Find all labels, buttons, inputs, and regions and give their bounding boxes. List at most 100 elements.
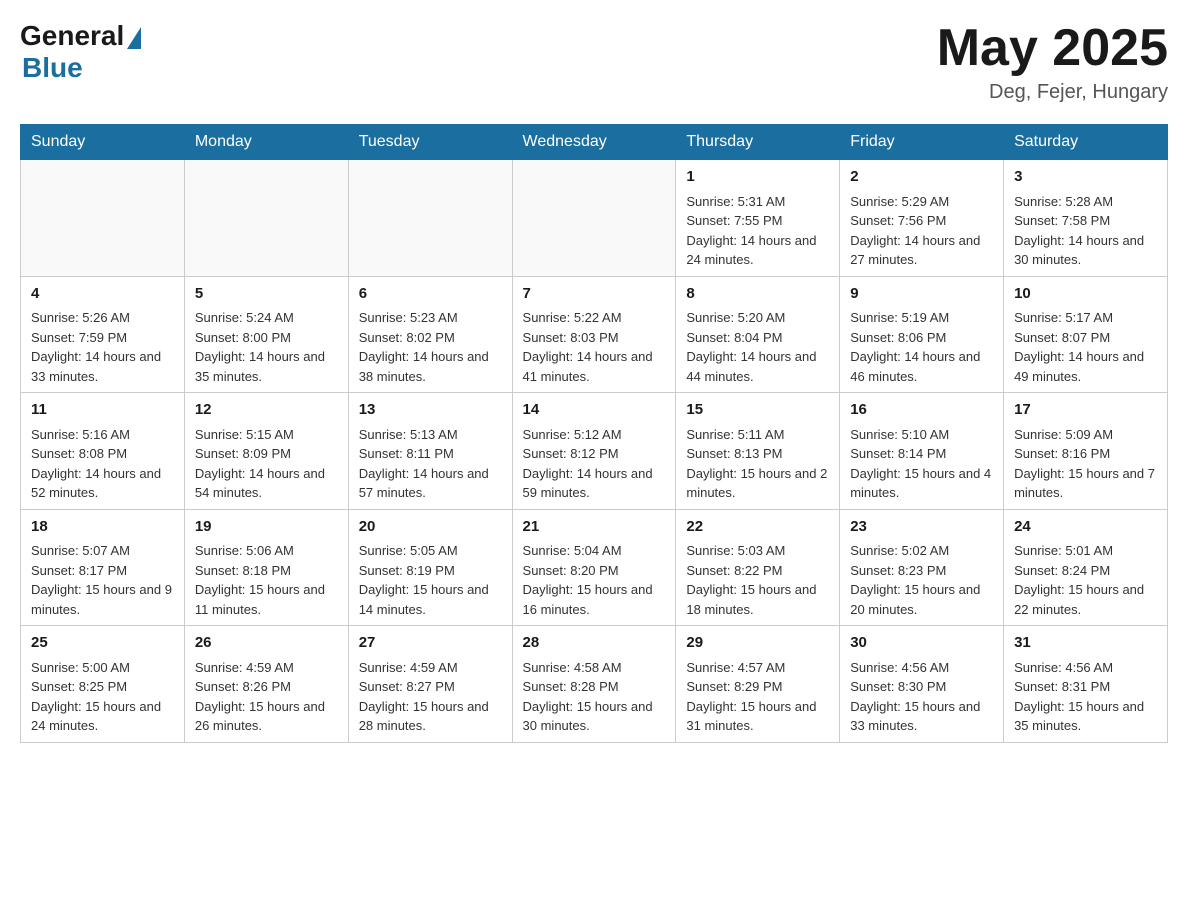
day-info: Sunrise: 5:15 AM [195, 425, 338, 445]
calendar-cell: 15Sunrise: 5:11 AMSunset: 8:13 PMDayligh… [676, 393, 840, 510]
week-row-1: 1Sunrise: 5:31 AMSunset: 7:55 PMDaylight… [21, 160, 1168, 277]
calendar-cell: 12Sunrise: 5:15 AMSunset: 8:09 PMDayligh… [184, 393, 348, 510]
day-info: Sunset: 8:08 PM [31, 444, 174, 464]
calendar-cell: 4Sunrise: 5:26 AMSunset: 7:59 PMDaylight… [21, 276, 185, 393]
week-row-5: 25Sunrise: 5:00 AMSunset: 8:25 PMDayligh… [21, 626, 1168, 743]
calendar-cell: 11Sunrise: 5:16 AMSunset: 8:08 PMDayligh… [21, 393, 185, 510]
day-info: Daylight: 14 hours and 52 minutes. [31, 464, 174, 503]
day-info: Sunrise: 5:28 AM [1014, 192, 1157, 212]
calendar-cell: 30Sunrise: 4:56 AMSunset: 8:30 PMDayligh… [840, 626, 1004, 743]
day-info: Daylight: 15 hours and 20 minutes. [850, 580, 993, 619]
calendar-cell: 26Sunrise: 4:59 AMSunset: 8:26 PMDayligh… [184, 626, 348, 743]
day-info: Sunrise: 5:19 AM [850, 308, 993, 328]
calendar-cell: 17Sunrise: 5:09 AMSunset: 8:16 PMDayligh… [1004, 393, 1168, 510]
day-info: Sunset: 8:31 PM [1014, 677, 1157, 697]
day-info: Sunrise: 5:23 AM [359, 308, 502, 328]
day-info: Daylight: 14 hours and 27 minutes. [850, 231, 993, 270]
day-number: 31 [1014, 632, 1157, 655]
day-info: Sunrise: 5:26 AM [31, 308, 174, 328]
calendar-cell: 10Sunrise: 5:17 AMSunset: 8:07 PMDayligh… [1004, 276, 1168, 393]
day-number: 13 [359, 399, 502, 422]
day-info: Sunrise: 5:12 AM [523, 425, 666, 445]
day-info: Sunrise: 5:10 AM [850, 425, 993, 445]
day-header-sunday: Sunday [21, 125, 185, 160]
calendar-cell [184, 160, 348, 277]
calendar-cell: 19Sunrise: 5:06 AMSunset: 8:18 PMDayligh… [184, 509, 348, 626]
day-info: Sunset: 7:58 PM [1014, 211, 1157, 231]
calendar-cell [348, 160, 512, 277]
calendar-cell: 29Sunrise: 4:57 AMSunset: 8:29 PMDayligh… [676, 626, 840, 743]
day-number: 2 [850, 166, 993, 189]
day-number: 11 [31, 399, 174, 422]
day-info: Sunrise: 5:05 AM [359, 541, 502, 561]
day-number: 24 [1014, 516, 1157, 539]
day-number: 10 [1014, 283, 1157, 306]
day-info: Sunrise: 4:57 AM [686, 658, 829, 678]
day-info: Sunrise: 5:06 AM [195, 541, 338, 561]
day-info: Daylight: 15 hours and 2 minutes. [686, 464, 829, 503]
day-info: Sunset: 8:09 PM [195, 444, 338, 464]
day-info: Sunrise: 4:59 AM [359, 658, 502, 678]
day-number: 21 [523, 516, 666, 539]
day-number: 29 [686, 632, 829, 655]
calendar-cell: 21Sunrise: 5:04 AMSunset: 8:20 PMDayligh… [512, 509, 676, 626]
day-info: Sunrise: 4:56 AM [850, 658, 993, 678]
day-number: 25 [31, 632, 174, 655]
week-row-4: 18Sunrise: 5:07 AMSunset: 8:17 PMDayligh… [21, 509, 1168, 626]
calendar-cell: 3Sunrise: 5:28 AMSunset: 7:58 PMDaylight… [1004, 160, 1168, 277]
logo-general-text: General [20, 20, 124, 52]
day-number: 12 [195, 399, 338, 422]
day-info: Sunrise: 4:59 AM [195, 658, 338, 678]
day-info: Sunset: 8:16 PM [1014, 444, 1157, 464]
day-number: 28 [523, 632, 666, 655]
day-info: Sunrise: 5:11 AM [686, 425, 829, 445]
day-number: 7 [523, 283, 666, 306]
day-number: 20 [359, 516, 502, 539]
day-header-tuesday: Tuesday [348, 125, 512, 160]
calendar-cell: 22Sunrise: 5:03 AMSunset: 8:22 PMDayligh… [676, 509, 840, 626]
day-info: Sunset: 8:04 PM [686, 328, 829, 348]
day-info: Sunset: 8:14 PM [850, 444, 993, 464]
day-header-friday: Friday [840, 125, 1004, 160]
day-header-thursday: Thursday [676, 125, 840, 160]
calendar-cell [21, 160, 185, 277]
day-info: Daylight: 14 hours and 41 minutes. [523, 347, 666, 386]
day-number: 19 [195, 516, 338, 539]
logo-blue-text: Blue [22, 52, 83, 84]
week-row-3: 11Sunrise: 5:16 AMSunset: 8:08 PMDayligh… [21, 393, 1168, 510]
day-header-wednesday: Wednesday [512, 125, 676, 160]
day-info: Sunrise: 5:20 AM [686, 308, 829, 328]
day-header-monday: Monday [184, 125, 348, 160]
day-info: Sunrise: 5:17 AM [1014, 308, 1157, 328]
day-info: Sunset: 8:23 PM [850, 561, 993, 581]
day-number: 3 [1014, 166, 1157, 189]
day-info: Sunrise: 5:29 AM [850, 192, 993, 212]
day-info: Sunrise: 4:56 AM [1014, 658, 1157, 678]
calendar-cell [512, 160, 676, 277]
day-info: Daylight: 15 hours and 33 minutes. [850, 697, 993, 736]
calendar-cell: 25Sunrise: 5:00 AMSunset: 8:25 PMDayligh… [21, 626, 185, 743]
day-info: Sunset: 8:30 PM [850, 677, 993, 697]
day-number: 5 [195, 283, 338, 306]
day-info: Sunrise: 5:22 AM [523, 308, 666, 328]
day-info: Sunset: 7:55 PM [686, 211, 829, 231]
day-info: Sunset: 8:00 PM [195, 328, 338, 348]
day-info: Sunset: 8:03 PM [523, 328, 666, 348]
logo: General Blue [20, 20, 141, 84]
day-info: Daylight: 15 hours and 28 minutes. [359, 697, 502, 736]
day-info: Daylight: 15 hours and 31 minutes. [686, 697, 829, 736]
calendar-cell: 18Sunrise: 5:07 AMSunset: 8:17 PMDayligh… [21, 509, 185, 626]
day-info: Sunrise: 5:04 AM [523, 541, 666, 561]
day-info: Sunset: 8:17 PM [31, 561, 174, 581]
logo-triangle-icon [127, 27, 141, 49]
day-info: Daylight: 15 hours and 30 minutes. [523, 697, 666, 736]
calendar-cell: 14Sunrise: 5:12 AMSunset: 8:12 PMDayligh… [512, 393, 676, 510]
day-number: 17 [1014, 399, 1157, 422]
day-info: Sunset: 8:24 PM [1014, 561, 1157, 581]
week-row-2: 4Sunrise: 5:26 AMSunset: 7:59 PMDaylight… [21, 276, 1168, 393]
day-number: 8 [686, 283, 829, 306]
day-info: Sunset: 8:02 PM [359, 328, 502, 348]
day-number: 4 [31, 283, 174, 306]
day-info: Sunrise: 5:03 AM [686, 541, 829, 561]
day-info: Daylight: 15 hours and 35 minutes. [1014, 697, 1157, 736]
